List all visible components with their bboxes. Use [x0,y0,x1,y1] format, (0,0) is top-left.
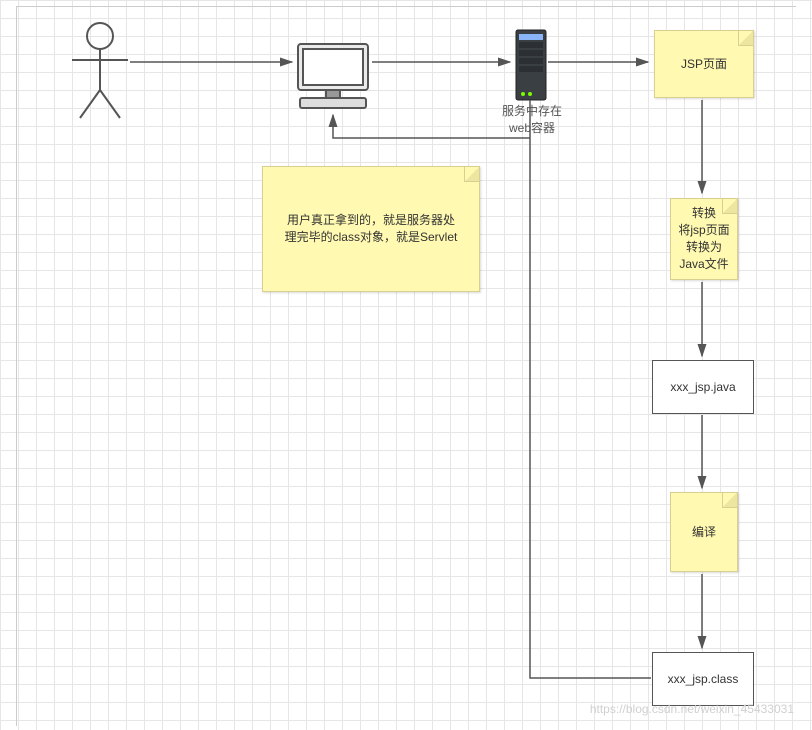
note-compile-text: 编译 [692,524,716,541]
note-jsp-page-text: JSP页面 [681,56,727,73]
box-class-file-text: xxx_jsp.class [668,671,739,688]
server-label: 服务中存在 web容器 [500,102,564,136]
note-jsp-page: JSP页面 [654,30,754,98]
note-main-line2: 理完毕的class对象，就是Servlet [285,229,458,246]
note-main-line1: 用户真正拿到的，就是服务器处 [285,212,458,229]
note-compile: 编译 [670,492,738,572]
note-main: 用户真正拿到的，就是服务器处 理完毕的class对象，就是Servlet [262,166,480,292]
note-convert: 转换 将jsp页面 转换为 Java文件 [670,198,738,280]
note-convert-line1: 将jsp页面 [678,222,729,239]
box-class-file: xxx_jsp.class [652,652,754,706]
watermark-text: https://blog.csdn.net/weixin_45433031 [590,702,794,716]
server-label-line2: web容器 [500,119,564,136]
box-java-file: xxx_jsp.java [652,360,754,414]
box-java-file-text: xxx_jsp.java [670,379,735,396]
note-convert-line3: Java文件 [679,256,728,273]
server-label-line1: 服务中存在 [500,102,564,119]
note-convert-title: 转换 [692,205,716,222]
note-convert-line2: 转换为 [686,239,722,256]
